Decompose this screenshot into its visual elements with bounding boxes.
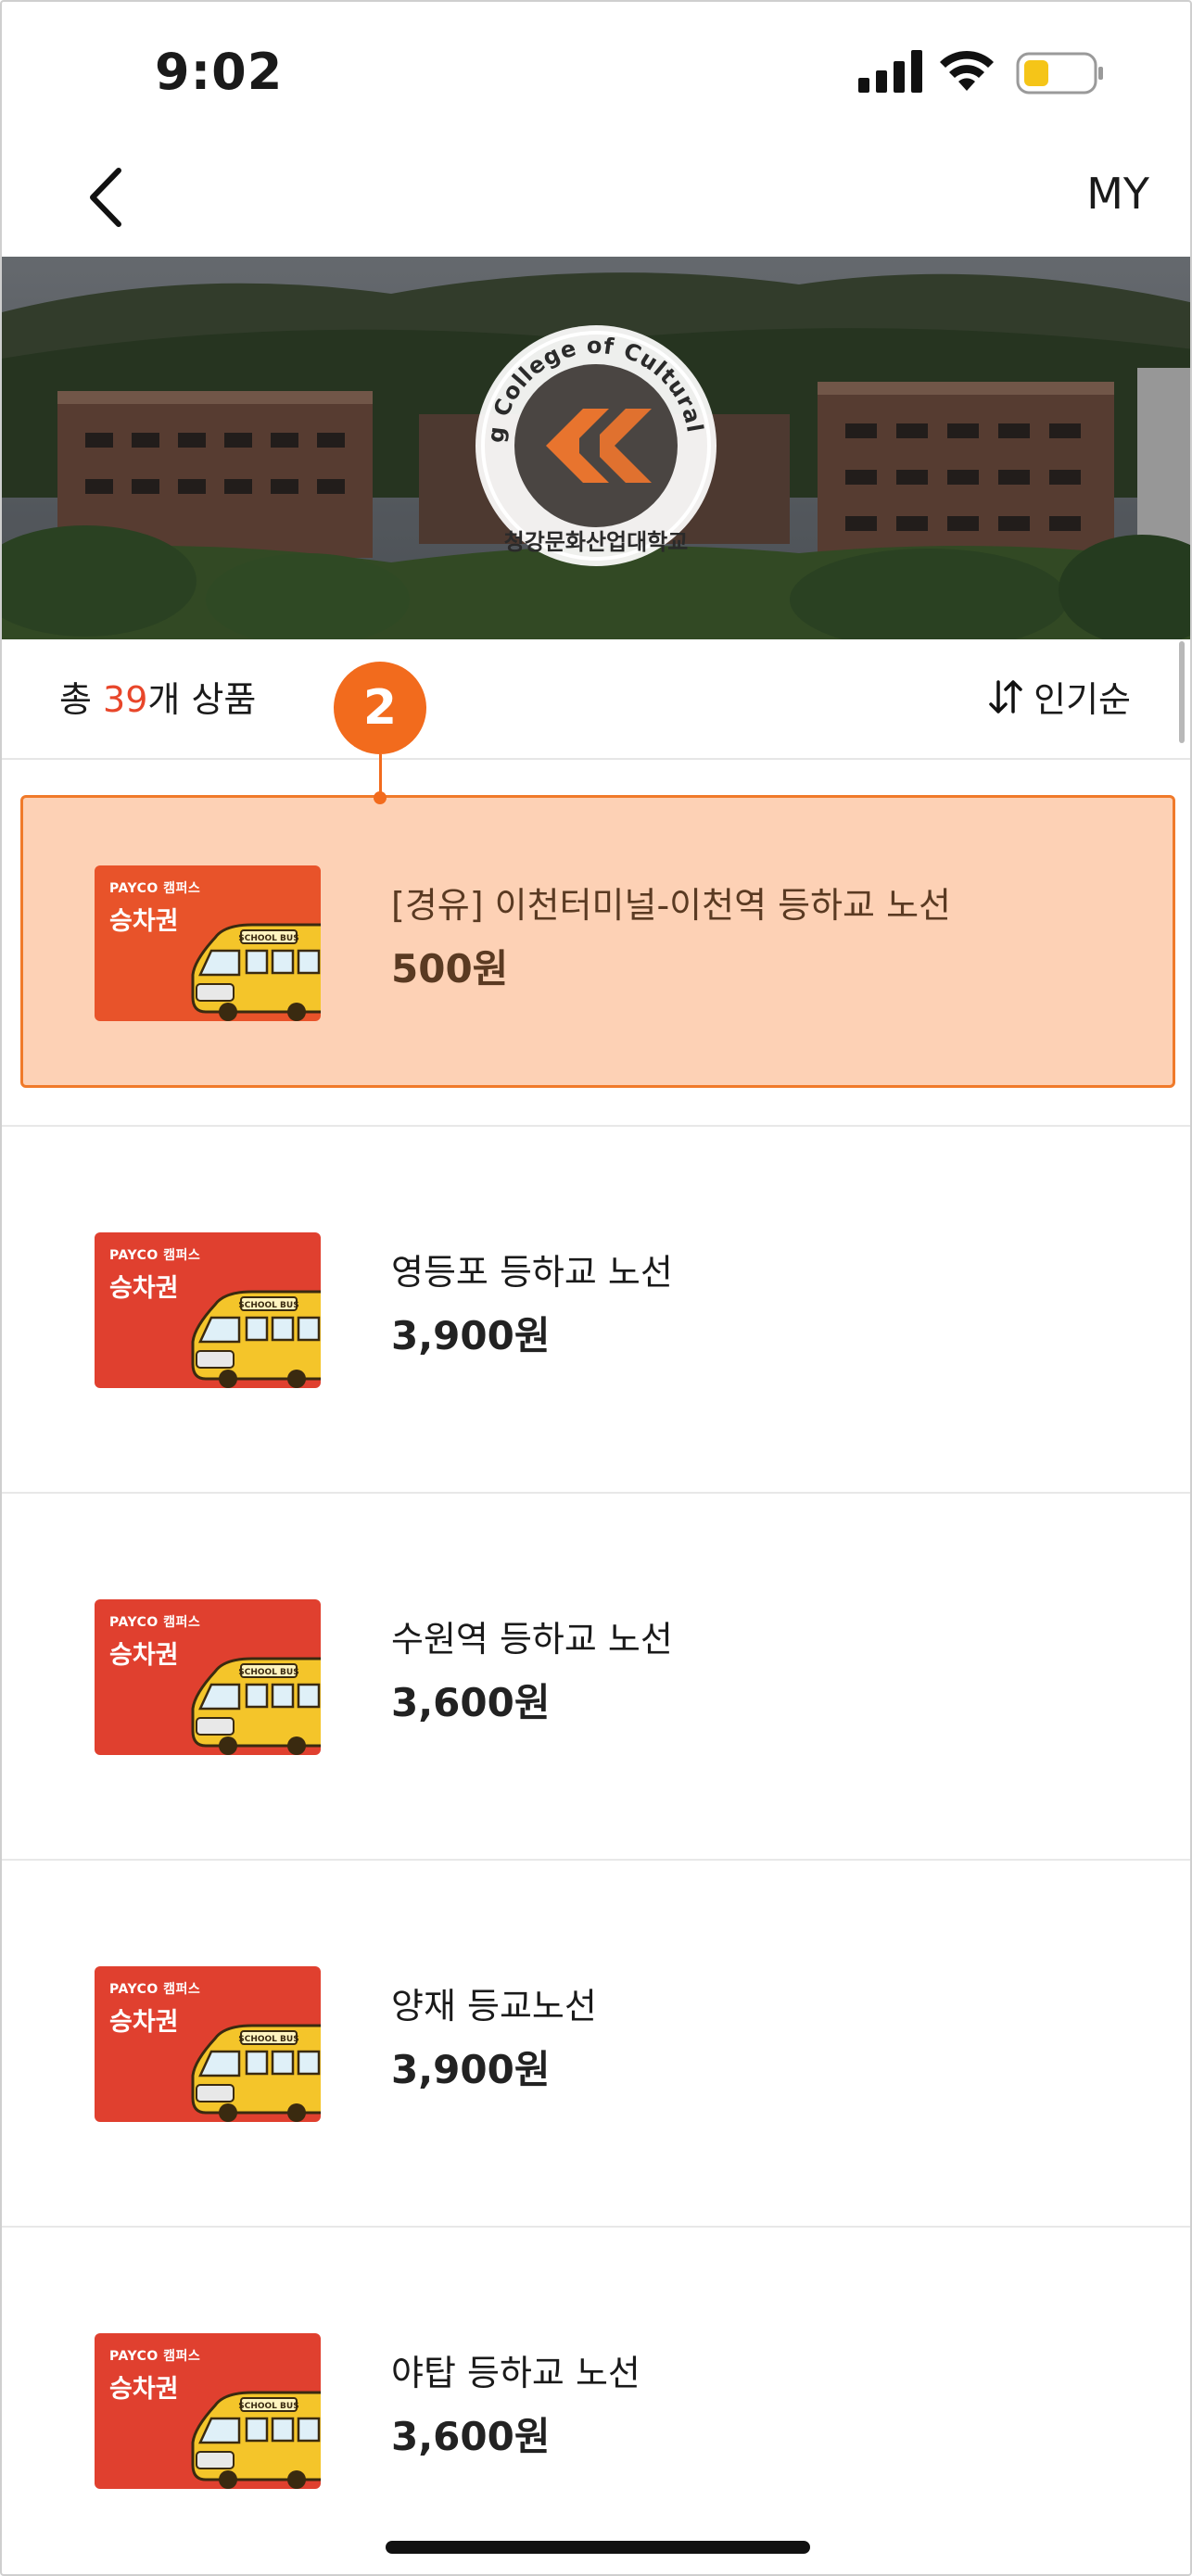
back-chevron-icon[interactable] bbox=[76, 165, 132, 230]
ticket-title: 승차권 bbox=[109, 2008, 179, 2037]
wifi-icon bbox=[940, 50, 994, 91]
item-name: [경유] 이천터미널-이천역 등하교 노선 bbox=[391, 885, 952, 926]
item-price: 500원 bbox=[391, 946, 509, 991]
svg-text:SCHOOL BUS: SCHOOL BUS bbox=[238, 2035, 298, 2044]
school-bus-icon: SCHOOL BUS bbox=[191, 1657, 321, 1755]
status-time: 9:02 bbox=[155, 43, 284, 101]
item-name: 영등포 등하교 노선 bbox=[391, 1252, 673, 1293]
scrollbar[interactable] bbox=[1179, 641, 1185, 743]
svg-text:SCHOOL BUS: SCHOOL BUS bbox=[238, 2402, 298, 2411]
item-price: 3,900원 bbox=[391, 2047, 551, 2092]
product-item[interactable]: PAYCO 캠퍼스승차권 SCHOOL BUS [경유] 이천터미널-이천역 등하교… bbox=[2, 760, 1190, 1127]
product-item[interactable]: PAYCO 캠퍼스승차권 SCHOOL BUS 야탑 등하교 노선 3,600원 bbox=[2, 2228, 1190, 2574]
ticket-title: 승차권 bbox=[109, 2375, 179, 2404]
ticket-sub-label: PAYCO 캠퍼스 bbox=[109, 881, 201, 896]
count-prefix: 총 bbox=[59, 679, 104, 720]
sort-label: 인기순 bbox=[1033, 679, 1131, 720]
svg-text:SCHOOL BUS: SCHOOL BUS bbox=[238, 1301, 298, 1310]
count-suffix: 개 상품 bbox=[147, 679, 257, 720]
ticket-thumbnail: PAYCO 캠퍼스승차권 SCHOOL BUS bbox=[95, 1599, 321, 1755]
sort-arrows-icon bbox=[989, 679, 1022, 713]
ticket-sub-label: PAYCO 캠퍼스 bbox=[109, 1248, 201, 1263]
item-price: 3,600원 bbox=[391, 2414, 551, 2459]
ticket-title: 승차권 bbox=[109, 907, 179, 936]
count-value: 39 bbox=[103, 679, 148, 720]
ticket-sub-label: PAYCO 캠퍼스 bbox=[109, 1982, 201, 1997]
home-indicator[interactable] bbox=[386, 2541, 810, 2554]
battery-icon bbox=[1016, 52, 1103, 95]
list-header: 총 39개 상품 인기순 bbox=[2, 639, 1190, 760]
product-item[interactable]: PAYCO 캠퍼스승차권 SCHOOL BUS 영등포 등하교 노선 3,900원 bbox=[2, 1127, 1190, 1494]
product-count: 총 39개 상품 bbox=[59, 671, 256, 722]
product-item[interactable]: PAYCO 캠퍼스승차권 SCHOOL BUS 수원역 등하교 노선 3,600원 bbox=[2, 1494, 1190, 1861]
step-marker: 2 bbox=[334, 662, 426, 754]
status-bar: 9:02 bbox=[2, 2, 1190, 141]
school-bus-icon: SCHOOL BUS bbox=[191, 1290, 321, 1388]
item-name: 양재 등교노선 bbox=[391, 1986, 597, 2027]
svg-text:SCHOOL BUS: SCHOOL BUS bbox=[238, 934, 298, 943]
campus-banner: ChungKang College of Cultural Industries… bbox=[2, 257, 1190, 639]
svg-text:SCHOOL BUS: SCHOOL BUS bbox=[238, 1668, 298, 1677]
college-logo: ChungKang College of Cultural Industries… bbox=[470, 320, 716, 566]
ticket-title: 승차권 bbox=[109, 1274, 179, 1303]
item-price: 3,900원 bbox=[391, 1313, 551, 1358]
item-name: 수원역 등하교 노선 bbox=[391, 1619, 673, 1660]
school-bus-icon: SCHOOL BUS bbox=[191, 2024, 321, 2122]
step-marker-dot bbox=[374, 791, 387, 804]
ticket-title: 승차권 bbox=[109, 1641, 179, 1670]
phone-screen: 9:02 MY g College of Cultural 청강문화산업대학교 … bbox=[0, 0, 1192, 2576]
navigation-bar: MY bbox=[2, 141, 1190, 257]
item-name: 야탑 등하교 노선 bbox=[391, 2353, 640, 2393]
product-item[interactable]: PAYCO 캠퍼스승차권 SCHOOL BUS 양재 등교노선 3,900원 bbox=[2, 1861, 1190, 2228]
ticket-thumbnail: PAYCO 캠퍼스승차권 SCHOOL BUS bbox=[95, 2333, 321, 2489]
ticket-thumbnail: PAYCO 캠퍼스승차권 SCHOOL BUS bbox=[95, 1966, 321, 2122]
my-button[interactable]: MY bbox=[1079, 165, 1157, 222]
item-price: 3,600원 bbox=[391, 1680, 551, 1725]
ticket-thumbnail: PAYCO 캠퍼스승차권 SCHOOL BUS bbox=[95, 1232, 321, 1388]
school-bus-icon: SCHOOL BUS bbox=[191, 2391, 321, 2489]
cellular-signal-icon bbox=[858, 50, 922, 93]
sort-button[interactable]: 인기순 bbox=[987, 671, 1131, 722]
school-bus-icon: SCHOOL BUS bbox=[191, 923, 321, 1021]
ticket-thumbnail: PAYCO 캠퍼스승차권 SCHOOL BUS bbox=[95, 865, 321, 1021]
ticket-sub-label: PAYCO 캠퍼스 bbox=[109, 1615, 201, 1630]
logo-bottom-text: 청강문화산업대학교 bbox=[504, 529, 689, 555]
ticket-sub-label: PAYCO 캠퍼스 bbox=[109, 2349, 201, 2364]
